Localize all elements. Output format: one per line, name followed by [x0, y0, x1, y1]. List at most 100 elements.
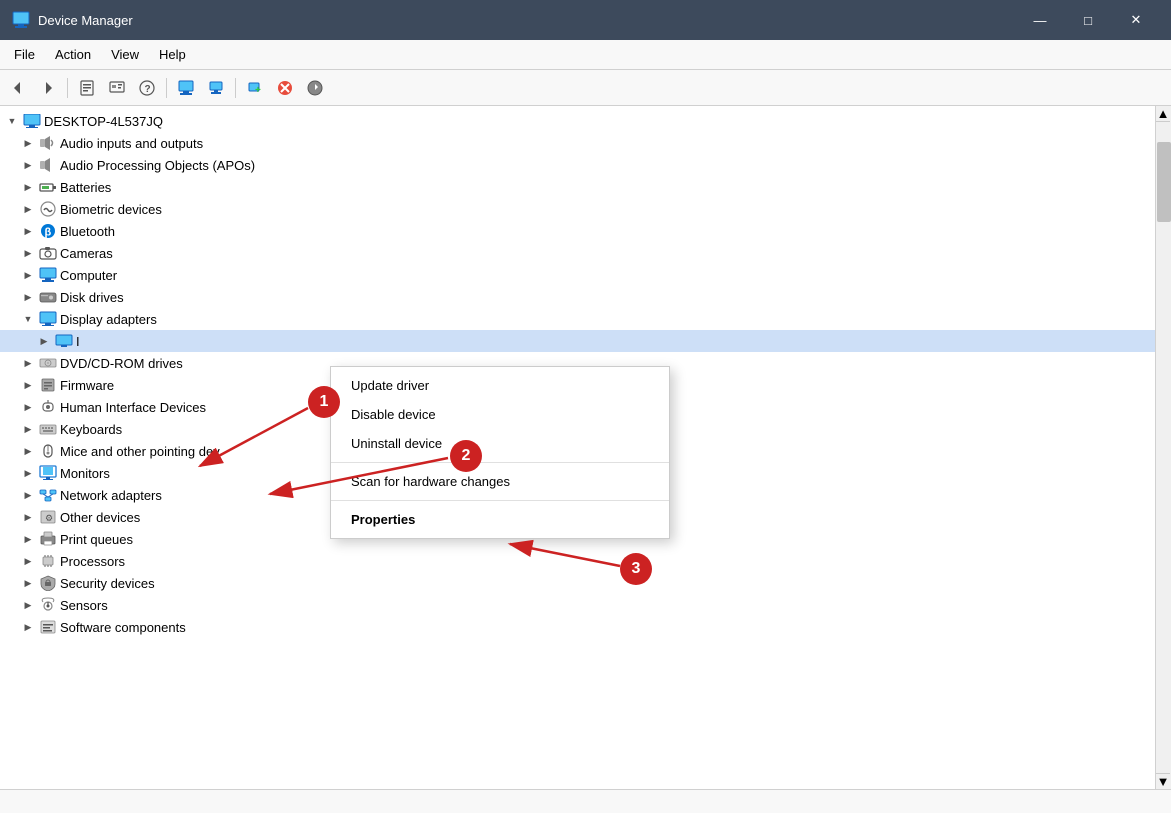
label-cameras: Cameras: [60, 246, 113, 261]
expand-computer[interactable]: ▶: [20, 267, 36, 283]
ctx-disable-device[interactable]: Disable device: [331, 400, 669, 429]
label-diskdrives: Disk drives: [60, 290, 124, 305]
label-keyboards: Keyboards: [60, 422, 122, 437]
ctx-properties[interactable]: Properties: [331, 505, 669, 534]
expand-keyboards[interactable]: ▶: [20, 421, 36, 437]
maximize-button[interactable]: □: [1065, 4, 1111, 36]
tree-item-display-sub[interactable]: ▶I: [0, 330, 1155, 352]
status-bar: [0, 789, 1171, 813]
expand-bluetooth[interactable]: ▶: [20, 223, 36, 239]
label-biometric: Biometric devices: [60, 202, 162, 217]
ctx-sep-1: [331, 462, 669, 463]
tree-item-security[interactable]: ▶ Security devices: [0, 572, 1155, 594]
expand-print[interactable]: ▶: [20, 531, 36, 547]
expand-display-sub[interactable]: ▶: [36, 333, 52, 349]
expand-cameras[interactable]: ▶: [20, 245, 36, 261]
expand-audio[interactable]: ▶: [20, 135, 36, 151]
expand-monitors[interactable]: ▶: [20, 465, 36, 481]
tree-item-bluetooth[interactable]: ▶βBluetooth: [0, 220, 1155, 242]
add-driver-button[interactable]: +: [241, 75, 269, 101]
properties-button[interactable]: [73, 75, 101, 101]
tree-root[interactable]: ▼ DESKTOP-4L537JQ: [0, 110, 1155, 132]
icon-display-sub: [55, 332, 73, 350]
tree-item-biometric[interactable]: ▶ Biometric devices: [0, 198, 1155, 220]
close-button[interactable]: ✕: [1113, 4, 1159, 36]
toolbar-sep-3: [235, 78, 236, 98]
tree-item-display[interactable]: ▼ Display adapters: [0, 308, 1155, 330]
tree-item-computer[interactable]: ▶ Computer: [0, 264, 1155, 286]
help-button[interactable]: ?: [133, 75, 161, 101]
label-computer: Computer: [60, 268, 117, 283]
tree-item-audio[interactable]: ▶ Audio inputs and outputs: [0, 132, 1155, 154]
remove-button[interactable]: [271, 75, 299, 101]
icon-cameras: [39, 244, 57, 262]
expand-firmware[interactable]: ▶: [20, 377, 36, 393]
icon-other: ⚙: [39, 508, 57, 526]
tree-item-batteries[interactable]: ▶Batteries: [0, 176, 1155, 198]
expand-diskdrives[interactable]: ▶: [20, 289, 36, 305]
scroll-thumb[interactable]: [1157, 142, 1171, 222]
label-other: Other devices: [60, 510, 140, 525]
tree-item-software[interactable]: ▶ Software components: [0, 616, 1155, 638]
expand-dvd[interactable]: ▶: [20, 355, 36, 371]
label-network: Network adapters: [60, 488, 162, 503]
label-software: Software components: [60, 620, 186, 635]
expand-root[interactable]: ▼: [4, 113, 20, 129]
label-monitors: Monitors: [60, 466, 110, 481]
expand-batteries[interactable]: ▶: [20, 179, 36, 195]
scrollbar[interactable]: ▲ ▼: [1155, 106, 1171, 789]
minimize-button[interactable]: —: [1017, 4, 1063, 36]
tree-item-cameras[interactable]: ▶ Cameras: [0, 242, 1155, 264]
expand-biometric[interactable]: ▶: [20, 201, 36, 217]
label-audio: Audio inputs and outputs: [60, 136, 203, 151]
label-display: Display adapters: [60, 312, 157, 327]
icon-print: [39, 530, 57, 548]
icon-display: [39, 310, 57, 328]
expand-display[interactable]: ▼: [20, 311, 36, 327]
label-proc: Processors: [60, 554, 125, 569]
ctx-update-driver[interactable]: Update driver: [331, 371, 669, 400]
expand-network[interactable]: ▶: [20, 487, 36, 503]
expand-proc[interactable]: ▶: [20, 553, 36, 569]
label-print: Print queues: [60, 532, 133, 547]
expand-other[interactable]: ▶: [20, 509, 36, 525]
svg-text:β: β: [45, 227, 52, 239]
driver-button[interactable]: [103, 75, 131, 101]
devmgr-button[interactable]: [172, 75, 200, 101]
icon-biometric: [39, 200, 57, 218]
ctx-uninstall-device[interactable]: Uninstall device: [331, 429, 669, 458]
menu-file[interactable]: File: [4, 43, 45, 66]
scroll-up[interactable]: ▲: [1156, 106, 1170, 122]
menu-action[interactable]: Action: [45, 43, 101, 66]
menu-help[interactable]: Help: [149, 43, 196, 66]
menu-view[interactable]: View: [101, 43, 149, 66]
expand-sensors[interactable]: ▶: [20, 597, 36, 613]
icon-dvd: [39, 354, 57, 372]
icon-proc: [39, 552, 57, 570]
svg-text:⚙: ⚙: [45, 513, 53, 523]
label-security: Security devices: [60, 576, 155, 591]
icon-diskdrives: [39, 288, 57, 306]
icon-monitors: [39, 464, 57, 482]
label-firmware: Firmware: [60, 378, 114, 393]
tree-item-proc[interactable]: ▶ Processors: [0, 550, 1155, 572]
tree-item-apo[interactable]: ▶ Audio Processing Objects (APOs): [0, 154, 1155, 176]
tree-item-diskdrives[interactable]: ▶ Disk drives: [0, 286, 1155, 308]
expand-software[interactable]: ▶: [20, 619, 36, 635]
scroll-down[interactable]: ▼: [1156, 773, 1170, 789]
expand-mice[interactable]: ▶: [20, 443, 36, 459]
expand-hid[interactable]: ▶: [20, 399, 36, 415]
computer-button[interactable]: [202, 75, 230, 101]
label-apo: Audio Processing Objects (APOs): [60, 158, 255, 173]
label-sensors: Sensors: [60, 598, 108, 613]
back-button[interactable]: [4, 75, 32, 101]
tree-item-sensors[interactable]: ▶ Sensors: [0, 594, 1155, 616]
icon-audio: [39, 134, 57, 152]
ctx-scan-hardware[interactable]: Scan for hardware changes: [331, 467, 669, 496]
forward-button[interactable]: [34, 75, 62, 101]
window-title: Device Manager: [38, 13, 133, 28]
expand-apo[interactable]: ▶: [20, 157, 36, 173]
expand-security[interactable]: ▶: [20, 575, 36, 591]
toolbar: ? +: [0, 70, 1171, 106]
update-driver-toolbar-button[interactable]: [301, 75, 329, 101]
